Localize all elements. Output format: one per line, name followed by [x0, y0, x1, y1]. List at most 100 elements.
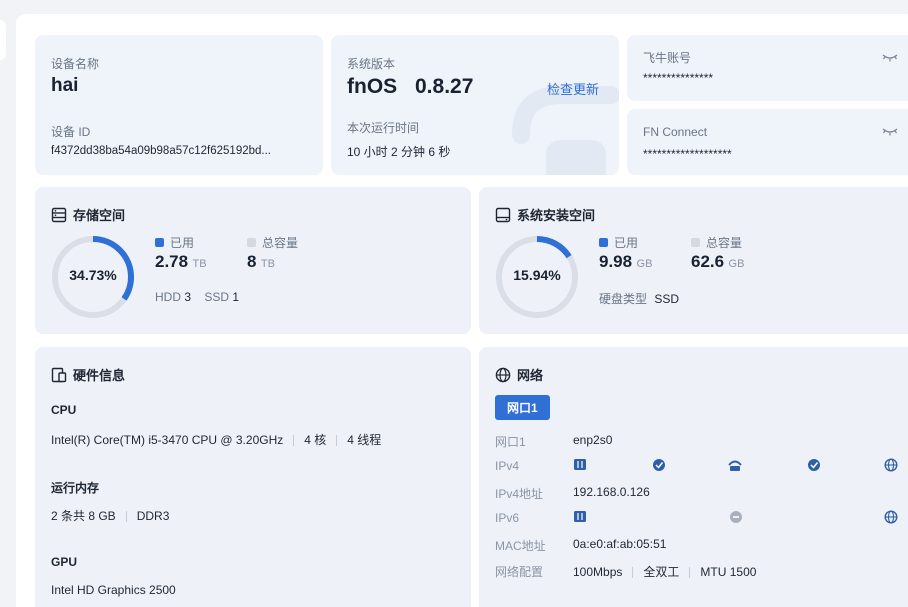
storage-total-unit: TB [260, 258, 275, 270]
mac-value: 0a:e0:af:ab:05:51 [573, 537, 667, 551]
dashboard-panel: 设备名称 hai 设备 ID f4372dd38ba54a09b98a57c12… [16, 14, 908, 607]
ssd-count: 1 [232, 290, 240, 304]
ipv4-status-path [574, 458, 898, 472]
os-version: 0.8.27 [415, 75, 474, 98]
system-total-unit: GB [728, 258, 745, 270]
storage-percent: 34.73% [69, 267, 117, 283]
link-speed: 100Mbps [573, 565, 623, 579]
cpu-cores: 4 核 [304, 433, 327, 447]
uptime-label: 本次运行时间 [347, 121, 420, 135]
system-used-legend: 已用 [599, 234, 638, 251]
system-used: 9.98 GB [599, 252, 652, 272]
mtu-value: MTU 1500 [700, 565, 757, 579]
port-value: enp2s0 [573, 433, 613, 447]
divider [125, 511, 127, 523]
disk-type: 硬盘类型 SSD [599, 290, 679, 307]
storage-used-value: 2.78 [155, 252, 189, 271]
storage-title-text: 存储空间 [73, 208, 126, 223]
system-used-value: 9.98 [599, 252, 633, 271]
duplex-mode: 全双工 [643, 565, 680, 579]
ipv4-label: IPv4 [495, 459, 520, 473]
storage-total-value: 8 [247, 252, 257, 271]
disk-type-value: SSD [654, 292, 680, 306]
device-name-label: 设备名称 [51, 57, 100, 71]
version-label: 系统版本 [347, 57, 396, 71]
hardware-icon [51, 367, 67, 382]
storage-title: 存储空间 [51, 205, 125, 224]
fn-connect-value: ******************* [643, 147, 732, 161]
system-used-label: 已用 [614, 236, 639, 250]
storage-used-legend: 已用 [155, 234, 194, 251]
memory-type: DDR3 [136, 509, 170, 523]
memory-label: 运行内存 [51, 481, 100, 495]
divider [632, 567, 634, 579]
hardware-title: 硬件信息 [51, 365, 125, 384]
eye-closed-icon[interactable] [882, 127, 898, 137]
disk-type-label: 硬盘类型 [599, 292, 648, 306]
system-total-label: 总容量 [706, 236, 743, 250]
globe-icon [495, 367, 511, 382]
storage-used-unit: TB [192, 258, 207, 270]
cpu-info: Intel(R) Core(TM) i5-3470 CPU @ 3.20GHz 4… [51, 431, 381, 448]
storage-used-label: 已用 [170, 236, 195, 250]
divider [293, 435, 295, 447]
gpu-model: Intel HD Graphics 2500 [51, 583, 176, 597]
sidebar-edge [0, 20, 6, 60]
total-legend-swatch [247, 238, 256, 247]
storage-used: 2.78 TB [155, 252, 207, 272]
check-update-link[interactable]: 检查更新 [547, 79, 599, 98]
mac-label: MAC地址 [495, 539, 546, 553]
ipv4-address-label: IPv4地址 [495, 487, 544, 501]
divider [336, 435, 338, 447]
hardware-card: 硬件信息 CPU Intel(R) Core(TM) i5-3470 CPU @… [35, 347, 471, 607]
disk-counts: HDD 3 SSD 1 [155, 290, 239, 304]
storage-total: 8 TB [247, 252, 275, 272]
fn-connect-label: FN Connect [643, 125, 708, 139]
port-label: 网口1 [495, 435, 526, 449]
account-value: *************** [643, 71, 714, 85]
gpu-label: GPU [51, 555, 78, 569]
account-label: 飞牛账号 [643, 51, 692, 65]
system-total-legend: 总容量 [691, 234, 742, 251]
storage-card[interactable]: 存储空间 34.73% 已用 2.78 TB 总容量 8 TB HDD 3 SS… [35, 187, 471, 334]
nic-icon [574, 459, 586, 470]
device-name-value: hai [51, 75, 79, 96]
used-legend-swatch [599, 238, 608, 247]
ipv6-label: IPv6 [495, 511, 520, 525]
system-storage-title: 系统安装空间 [495, 205, 595, 224]
cpu-model: Intel(R) Core(TM) i5-3470 CPU @ 3.20GHz [51, 433, 284, 447]
uptime-value: 10 小时 2 分钟 6 秒 [347, 145, 451, 159]
config-value: 100Mbps 全双工 MTU 1500 [573, 563, 756, 580]
storage-total-label: 总容量 [262, 236, 299, 250]
network-title-text: 网络 [517, 368, 544, 383]
device-id-label: 设备 ID [51, 125, 91, 139]
account-card: 飞牛账号 *************** [627, 35, 908, 101]
device-card: 设备名称 hai 设备 ID f4372dd38ba54a09b98a57c12… [35, 35, 323, 175]
hardware-title-text: 硬件信息 [73, 368, 126, 383]
ipv4-address-value: 192.168.0.126 [573, 485, 650, 499]
ssd-label: SSD [204, 290, 230, 304]
eye-closed-icon[interactable] [882, 53, 898, 63]
divider [689, 567, 691, 579]
system-storage-card[interactable]: 系统安装空间 15.94% 已用 9.98 GB 总容量 62.6 GB 硬盘类… [479, 187, 908, 334]
system-storage-percent: 15.94% [513, 267, 561, 283]
network-title: 网络 [495, 365, 543, 384]
hdd-count: 3 [184, 290, 192, 304]
system-total-value: 62.6 [691, 252, 725, 271]
system-total: 62.6 GB [691, 252, 744, 272]
device-id-value: f4372dd38ba54a09b98a57c12f625192bd... [51, 145, 271, 157]
os-name: fnOS [347, 75, 398, 98]
system-storage-title-text: 系统安装空间 [517, 208, 596, 223]
total-legend-swatch [691, 238, 700, 247]
config-label: 网络配置 [495, 565, 544, 579]
cpu-label: CPU [51, 403, 77, 417]
system-used-unit: GB [636, 258, 653, 270]
hdd-label: HDD [155, 290, 181, 304]
used-legend-swatch [155, 238, 164, 247]
ipv6-status-path [574, 510, 898, 524]
storage-total-legend: 总容量 [247, 234, 298, 251]
memory-info: 2 条共 8 GB DDR3 [51, 507, 169, 524]
network-card: 网络 网口1 网口1 enp2s0 IPv4 IPv4地址 192.168.0.… [479, 347, 908, 607]
tab-port-1[interactable]: 网口1 [495, 395, 550, 420]
storage-icon [51, 207, 67, 222]
